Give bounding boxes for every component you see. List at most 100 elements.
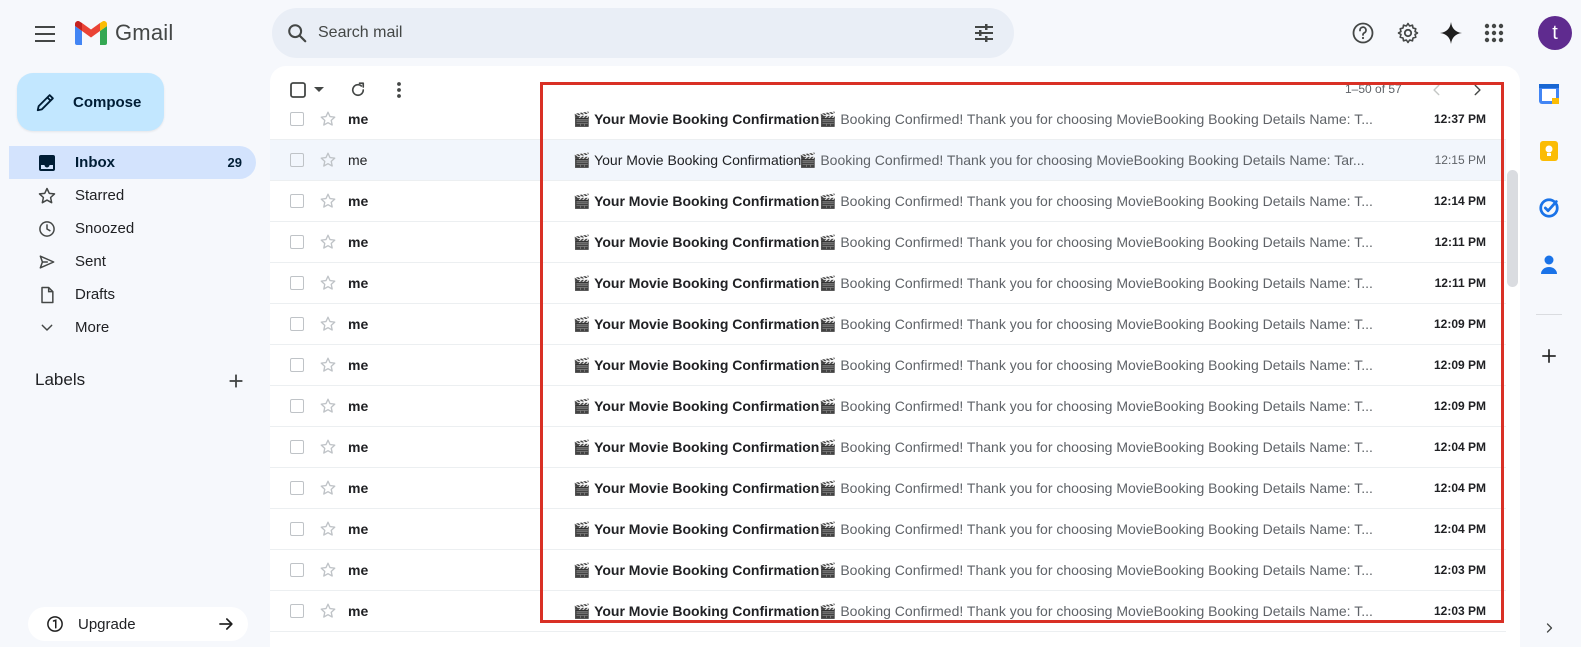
upgrade-icon xyxy=(47,616,63,632)
google-apps-button[interactable] xyxy=(1477,16,1511,50)
sidebar-item-sent[interactable]: Sent xyxy=(9,245,256,278)
refresh-icon xyxy=(351,82,365,97)
sidebar-item-label: Sent xyxy=(75,253,106,270)
calendar-app-button[interactable] xyxy=(1536,81,1562,107)
row-checkbox[interactable] xyxy=(290,153,304,167)
star-toggle-icon[interactable] xyxy=(319,274,337,292)
sidebar-item-more[interactable]: More xyxy=(9,311,256,344)
email-snippet: 🎬 Booking Confirmed! Thank you for choos… xyxy=(819,275,1373,291)
keep-app-button[interactable] xyxy=(1536,138,1562,164)
email-sender: me xyxy=(348,316,369,332)
row-checkbox[interactable] xyxy=(290,317,304,331)
account-avatar[interactable]: t xyxy=(1538,16,1572,50)
email-subject: 🎬 Your Movie Booking Confirmation xyxy=(573,439,820,455)
star-toggle-icon[interactable] xyxy=(319,397,337,415)
row-checkbox[interactable] xyxy=(290,563,304,577)
row-checkbox[interactable] xyxy=(290,112,304,126)
email-row[interactable]: me 🎬 Your Movie Booking Confirmation 🎬 Boo… xyxy=(270,386,1506,427)
star-toggle-icon[interactable] xyxy=(319,602,337,620)
star-toggle-icon[interactable] xyxy=(319,438,337,456)
row-checkbox[interactable] xyxy=(290,194,304,208)
sparkle-icon xyxy=(1440,22,1462,44)
email-row[interactable]: me 🎬 Your Movie Booking Confirmation 🎬 Boo… xyxy=(270,591,1506,632)
row-checkbox[interactable] xyxy=(290,358,304,372)
email-row[interactable]: me 🎬 Your Movie Booking Confirmation 🎬 Boo… xyxy=(270,222,1506,263)
inbox-icon xyxy=(37,153,57,173)
mail-list-panel: 1–50 of 57 me 🎬 Your Movie Booking Confir… xyxy=(270,66,1520,647)
email-row[interactable]: me 🎬 Your Movie Booking Confirmation 🎬 Boo… xyxy=(270,140,1506,181)
email-sender: me xyxy=(348,275,369,291)
row-checkbox[interactable] xyxy=(290,440,304,454)
older-page-button[interactable] xyxy=(1466,79,1488,101)
email-snippet: 🎬 Booking Confirmed! Thank you for choos… xyxy=(819,316,1373,332)
row-checkbox[interactable] xyxy=(290,522,304,536)
star-toggle-icon[interactable] xyxy=(319,151,337,169)
gemini-button[interactable] xyxy=(1434,16,1468,50)
email-row[interactable]: me 🎬 Your Movie Booking Confirmation 🎬 Boo… xyxy=(270,509,1506,550)
support-button[interactable] xyxy=(1346,16,1380,50)
get-addons-button[interactable] xyxy=(1536,343,1562,369)
contacts-app-button[interactable] xyxy=(1536,252,1562,278)
star-toggle-icon[interactable] xyxy=(319,520,337,538)
star-toggle-icon[interactable] xyxy=(319,561,337,579)
email-time: 12:11 PM xyxy=(1434,235,1486,249)
row-checkbox[interactable] xyxy=(290,604,304,618)
star-toggle-icon[interactable] xyxy=(319,110,337,128)
upgrade-button[interactable]: Upgrade xyxy=(28,607,248,641)
sidebar-item-starred[interactable]: Starred xyxy=(9,179,256,212)
compose-label: Compose xyxy=(73,93,142,111)
email-row[interactable]: me 🎬 Your Movie Booking Confirmation 🎬 Boo… xyxy=(270,181,1506,222)
add-label-icon[interactable] xyxy=(225,370,247,392)
row-checkbox[interactable] xyxy=(290,481,304,495)
star-toggle-icon[interactable] xyxy=(319,479,337,497)
main-menu-button[interactable] xyxy=(26,14,66,54)
row-checkbox[interactable] xyxy=(290,399,304,413)
email-snippet: 🎬 Booking Confirmed! Thank you for choos… xyxy=(819,398,1373,414)
side-panel-divider xyxy=(1536,314,1562,315)
star-toggle-icon[interactable] xyxy=(319,315,337,333)
email-row[interactable]: me 🎬 Your Movie Booking Confirmation 🎬 Boo… xyxy=(270,345,1506,386)
search-input[interactable] xyxy=(318,24,938,42)
sidebar-item-inbox[interactable]: Inbox 29 xyxy=(9,146,256,179)
gmail-logo[interactable]: Gmail xyxy=(75,18,173,48)
row-checkbox[interactable] xyxy=(290,276,304,290)
calendar-icon xyxy=(1539,84,1559,104)
tasks-app-button[interactable] xyxy=(1536,195,1562,221)
refresh-button[interactable] xyxy=(347,79,369,101)
compose-button[interactable]: Compose xyxy=(17,73,164,131)
email-time: 12:03 PM xyxy=(1433,563,1486,577)
select-options-dropdown[interactable] xyxy=(308,79,330,101)
subject-separator: - xyxy=(806,439,811,455)
email-row[interactable]: me 🎬 Your Movie Booking Confirmation 🎬 Boo… xyxy=(270,550,1506,591)
newer-page-button[interactable] xyxy=(1426,79,1448,101)
email-row[interactable]: me 🎬 Your Movie Booking Confirmation 🎬 Boo… xyxy=(270,304,1506,345)
email-sender: me xyxy=(348,234,369,250)
email-subject: 🎬 Your Movie Booking Confirmation xyxy=(573,398,820,414)
more-actions-button[interactable] xyxy=(388,79,410,101)
sidebar-item-drafts[interactable]: Drafts xyxy=(9,278,256,311)
email-snippet: 🎬 Booking Confirmed! Thank you for choos… xyxy=(819,562,1373,578)
email-snippet: 🎬 Booking Confirmed! Thank you for choos… xyxy=(819,480,1373,496)
unread-count-badge: 29 xyxy=(227,155,242,170)
email-snippet: 🎬 Booking Confirmed! Thank you for choos… xyxy=(819,357,1373,373)
email-row[interactable]: me 🎬 Your Movie Booking Confirmation 🎬 Boo… xyxy=(270,263,1506,304)
upgrade-label: Upgrade xyxy=(78,615,136,633)
email-row[interactable]: me 🎬 Your Movie Booking Confirmation 🎬 Boo… xyxy=(270,468,1506,509)
show-side-panel-button[interactable] xyxy=(1536,615,1562,641)
email-time: 12:04 PM xyxy=(1433,440,1486,454)
sidebar-item-snoozed[interactable]: Snoozed xyxy=(9,212,256,245)
sidebar-item-label: Snoozed xyxy=(75,220,135,237)
subject-separator: - xyxy=(806,316,811,332)
search-icon[interactable] xyxy=(286,22,308,44)
email-row[interactable]: me 🎬 Your Movie Booking Confirmation 🎬 Boo… xyxy=(270,427,1506,468)
list-scrollbar[interactable] xyxy=(1507,170,1518,287)
email-row[interactable]: me 🎬 Your Movie Booking Confirmation 🎬 Boo… xyxy=(270,99,1506,140)
select-all-checkbox[interactable] xyxy=(287,79,309,101)
search-options-icon[interactable] xyxy=(972,21,996,45)
settings-button[interactable] xyxy=(1391,16,1425,50)
star-toggle-icon[interactable] xyxy=(319,192,337,210)
star-toggle-icon[interactable] xyxy=(319,233,337,251)
row-checkbox[interactable] xyxy=(290,235,304,249)
star-toggle-icon[interactable] xyxy=(319,356,337,374)
email-snippet: 🎬 Booking Confirmed! Thank you for choos… xyxy=(819,439,1373,455)
